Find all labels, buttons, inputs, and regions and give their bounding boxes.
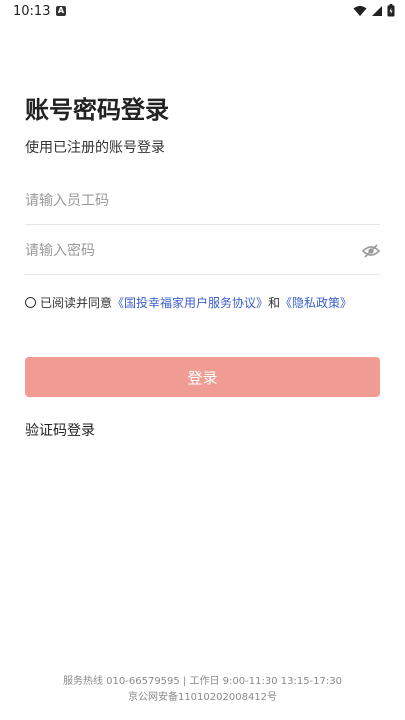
agreement-and: 和 [268,296,281,310]
agreement-checkbox[interactable] [25,297,36,308]
signal-icon [372,5,382,16]
page-subtitle: 使用已注册的账号登录 [25,140,165,156]
code-login-link[interactable]: 验证码登录 [25,420,95,440]
employee-code-field-wrapper [25,178,380,225]
footer-hotline: 服务热线 010-66579595 | 工作日 9:00-11:30 13:15… [63,676,342,687]
agreement-prefix: 已阅读并同意 [40,296,113,310]
wifi-icon [353,5,367,16]
privacy-link[interactable]: 《隐私政策》 [280,294,352,311]
eye-off-icon[interactable] [362,243,380,259]
employee-code-input[interactable] [25,178,345,224]
terms-link[interactable]: 《国投幸福家用户服务协议》 [112,294,268,311]
footer-icp: 京公网安备11010202008412号 [127,692,278,703]
battery-icon [387,4,395,17]
page-title: 账号密码登录 [25,96,169,124]
notification-icon: A [56,6,66,16]
status-time: 10:13 [13,4,51,19]
agreement-row: 已阅读并同意 《国投幸福家用户服务协议》 和 《隐私政策》 [25,294,352,311]
login-button[interactable]: 登录 [25,357,380,397]
password-input[interactable] [25,228,345,274]
status-bar: 10:13 A [0,0,405,24]
password-field-wrapper [25,228,380,275]
status-icons [353,4,395,17]
